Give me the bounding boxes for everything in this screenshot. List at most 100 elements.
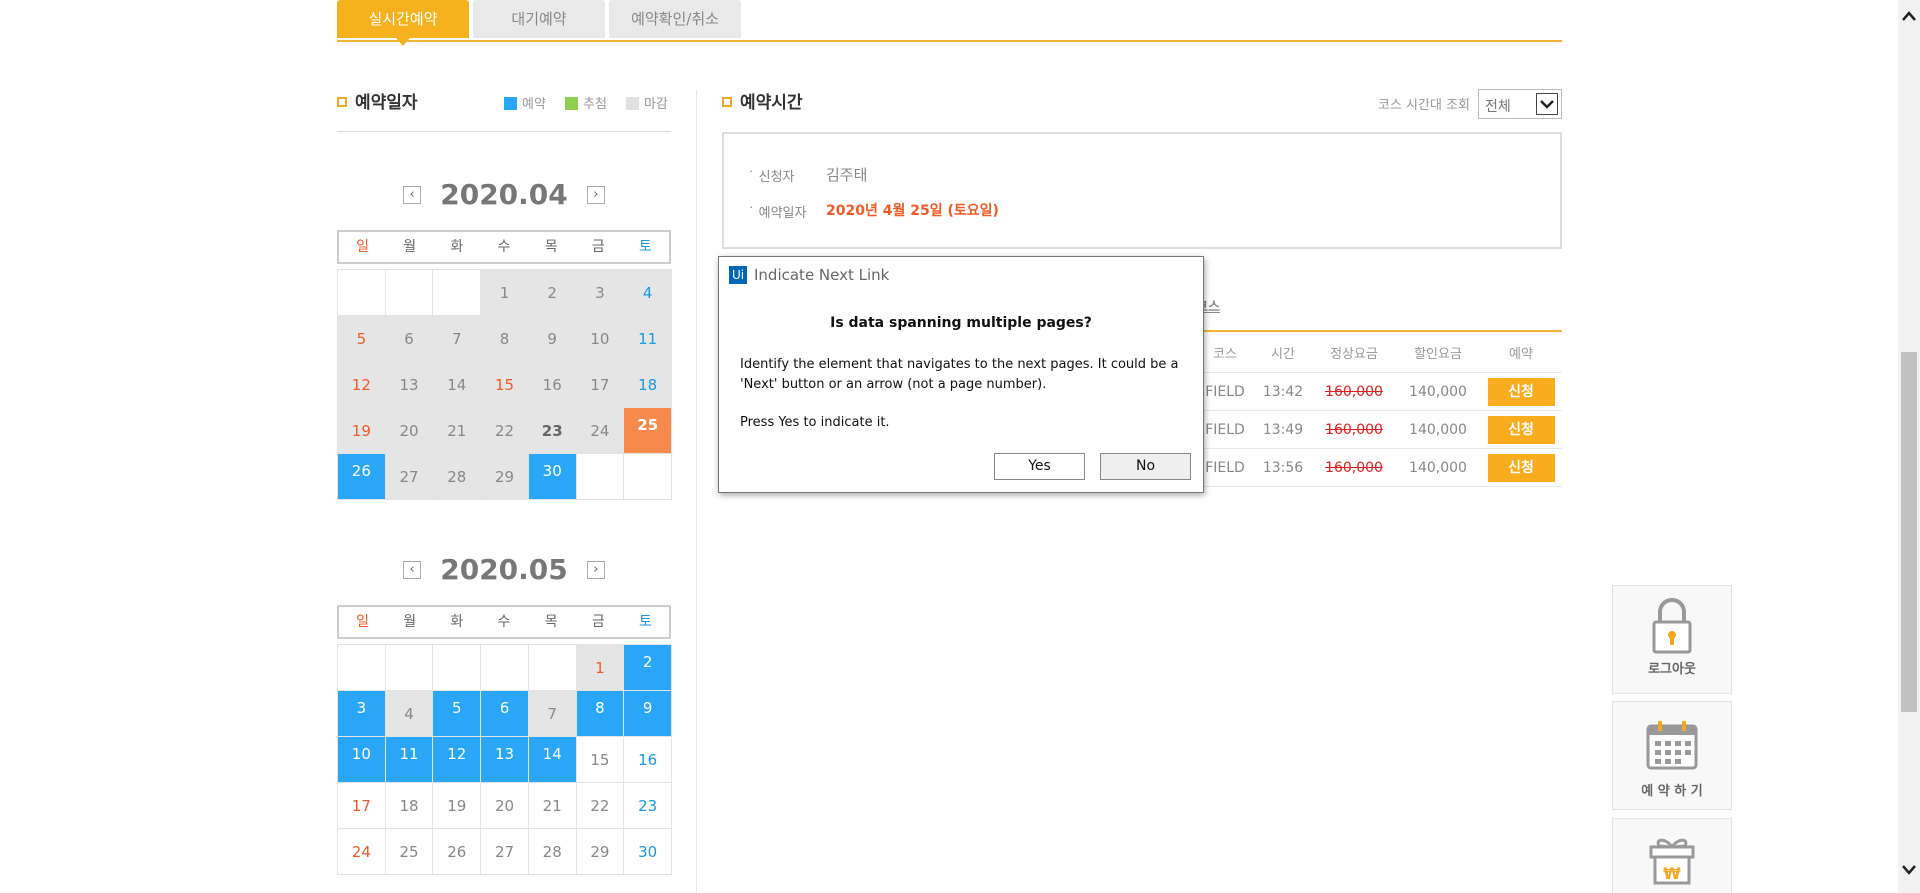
prev-month-button[interactable]: ‹ <box>403 185 422 204</box>
tab-reservation-check-cancel[interactable]: 예약확인/취소 <box>609 0 741 38</box>
divider-vertical <box>696 90 697 893</box>
calendar-day: 20 <box>385 408 434 454</box>
calendar-day: 23 <box>624 783 672 829</box>
calendar-may-grid: 1 2 3 4 5 6 7 8 9 10 11 12 13 14 15 16 17 18 19 20 21 22 23 24 2… <box>337 644 672 875</box>
calendar-day <box>385 270 434 316</box>
scroll-down-icon[interactable] <box>1901 862 1917 881</box>
reservation-tabs: 실시간예약 대기예약 예약확인/취소 <box>337 0 1562 46</box>
logout-button[interactable]: 로그아웃 <box>1612 585 1732 694</box>
calendar-day: 18 <box>385 783 434 829</box>
uipath-logo-icon: Ui <box>729 266 747 284</box>
calendar-day <box>385 645 434 691</box>
calendar-day <box>433 270 482 316</box>
calendar-day: 8 <box>481 316 529 362</box>
date-section-title: 예약일자 <box>337 88 418 113</box>
calendar-day[interactable]: 5 <box>433 691 482 737</box>
calendar-day[interactable]: 13 <box>481 737 529 783</box>
apply-button[interactable]: 신청 <box>1487 377 1555 406</box>
month-label: 2020.05 <box>440 553 568 586</box>
lock-icon <box>1652 598 1692 654</box>
gift-quick-button[interactable]: ₩ <box>1612 818 1732 893</box>
calendar-day: 26 <box>433 829 482 875</box>
calendar-day: 17 <box>576 362 625 408</box>
calendar-day: 12 <box>338 362 386 408</box>
calendar-day <box>338 270 386 316</box>
legend-lottery: 추첨 <box>565 97 607 112</box>
calendar-day[interactable]: 11 <box>385 737 434 783</box>
applicant-label: ˙ 신청자 <box>748 170 795 185</box>
table-row: FIELD 13:56 160,000 140,000 신청 <box>1196 448 1562 487</box>
calendar-day <box>481 645 529 691</box>
calendar-day: 20 <box>481 783 529 829</box>
dialog-title: Indicate Next Link <box>754 266 890 284</box>
dialog-body: Identify the element that navigates to t… <box>740 357 1179 430</box>
no-button[interactable]: No <box>1100 453 1191 480</box>
tab-realtime-reservation[interactable]: 실시간예약 <box>337 0 469 46</box>
next-month-button[interactable]: › <box>586 185 605 204</box>
calendar-day: 25 <box>385 829 434 875</box>
dialog-question: Is data spanning multiple pages? <box>830 315 1092 331</box>
apply-button[interactable]: 신청 <box>1487 453 1555 482</box>
calendar-day: 14 <box>433 362 482 408</box>
calendar-day: 16 <box>624 737 672 783</box>
calendar-day: 10 <box>576 316 625 362</box>
weekday-header: 일월 화수 목금 토 <box>337 230 671 264</box>
calendar-day[interactable]: 2 <box>624 645 672 691</box>
weekday-header: 일월 화수 목금 토 <box>337 605 671 639</box>
calendar-day: 15 <box>481 362 529 408</box>
calendar-day[interactable]: 30 <box>528 454 577 500</box>
month-label: 2020.04 <box>440 178 568 211</box>
time-section-title: 예약시간 <box>722 88 803 113</box>
next-month-button[interactable]: › <box>586 560 605 579</box>
calendar-day: 19 <box>338 408 386 454</box>
calendar-day: 30 <box>624 829 672 875</box>
calendar-day[interactable]: 26 <box>338 454 386 500</box>
calendar-may-header: ‹ 2020.05 › <box>337 553 671 586</box>
table-row: FIELD 13:49 160,000 140,000 신청 <box>1196 410 1562 449</box>
calendar-day: 13 <box>385 362 434 408</box>
scrollbar-thumb[interactable] <box>1901 352 1917 712</box>
calendar-day: 29 <box>576 829 625 875</box>
calendar-day: 24 <box>576 408 625 454</box>
calendar-day[interactable]: 25 <box>624 408 672 454</box>
calendar-day[interactable]: 9 <box>624 691 672 737</box>
calendar-day <box>338 645 386 691</box>
date-label: ˙ 예약일자 <box>748 206 807 221</box>
tab-waiting-reservation[interactable]: 대기예약 <box>473 0 605 38</box>
calendar-day: 18 <box>624 362 672 408</box>
calendar-day: 17 <box>338 783 386 829</box>
calendar-day <box>624 454 672 500</box>
calendar-day <box>528 645 577 691</box>
calendar-day[interactable]: 12 <box>433 737 482 783</box>
calendar-day: 11 <box>624 316 672 362</box>
reserve-quick-button[interactable]: 예 약 하 기 <box>1612 701 1732 810</box>
calendar-day[interactable]: 14 <box>528 737 577 783</box>
calendar-day: 22 <box>481 408 529 454</box>
calendar-day[interactable]: 3 <box>338 691 386 737</box>
tee-time-table: 코스 시간 정상요금 할인요금 예약 FIELD 13:42 160,000 140,… <box>1196 332 1562 487</box>
reservation-info-box: ˙ 신청자 김주태 ˙ 예약일자 2020년 4월 25일 (토요일) <box>722 132 1562 249</box>
scroll-up-icon[interactable] <box>1901 8 1917 27</box>
calendar-day[interactable]: 8 <box>576 691 625 737</box>
course-filter-select[interactable]: 전체 <box>1478 89 1562 119</box>
bullet-icon <box>337 97 347 107</box>
calendar-day[interactable]: 10 <box>338 737 386 783</box>
apply-button[interactable]: 신청 <box>1487 415 1555 444</box>
calendar-day: 21 <box>433 408 482 454</box>
calendar-day: 27 <box>481 829 529 875</box>
calendar-day: 1 <box>576 645 625 691</box>
table-header: 코스 시간 정상요금 할인요금 예약 <box>1196 332 1562 373</box>
calendar-day: 9 <box>528 316 577 362</box>
calendar-april-grid: 1 2 3 4 5 6 7 8 9 10 11 12 13 14 15 16 17 18 19 20 21 22 23 24 2… <box>337 269 672 500</box>
prev-month-button[interactable]: ‹ <box>403 560 422 579</box>
reservation-date-value: 2020년 4월 25일 (토요일) <box>826 203 999 219</box>
calendar-day: 4 <box>624 270 672 316</box>
calendar-day: 28 <box>433 454 482 500</box>
calendar-day: 27 <box>385 454 434 500</box>
yes-button[interactable]: Yes <box>994 453 1085 480</box>
calendar-day: 7 <box>433 316 482 362</box>
calendar-day[interactable]: 6 <box>481 691 529 737</box>
calendar-day: 29 <box>481 454 529 500</box>
legend-closed: 마감 <box>626 97 668 112</box>
course-filter-label: 코스 시간대 조회 <box>1378 98 1470 113</box>
